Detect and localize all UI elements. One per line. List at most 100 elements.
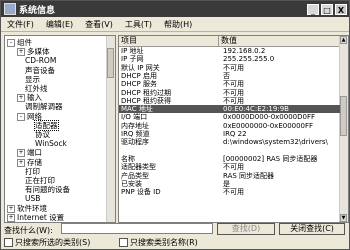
- tree-item[interactable]: - 网络: [17, 112, 42, 121]
- tree-item[interactable]: - 组件: [7, 38, 32, 47]
- row-item-cell: IP 地址: [121, 47, 144, 55]
- scroll-down-icon[interactable]: ▼: [340, 214, 347, 222]
- find-label: 查找什么(W):: [4, 226, 53, 235]
- search-selected-category-option[interactable]: 只搜索所选的类别(S): [4, 238, 90, 247]
- tree-item-label: 多媒体: [27, 47, 50, 57]
- expand-icon[interactable]: +: [17, 149, 25, 158]
- category-tree[interactable]: - 组件 + 多媒体 CD-ROM 声音设备 显示 红外线 + 输入 调制解调器 - 网络 适配器 协议 Wi…: [4, 35, 116, 223]
- column-header-value[interactable]: 数值: [219, 36, 340, 46]
- maximize-button[interactable]: □: [321, 3, 333, 15]
- tree-item-label: 打印: [25, 166, 40, 176]
- menu-view[interactable]: 查看(V): [79, 19, 119, 30]
- table-row[interactable]: IP 地址 192.168.0.2: [119, 47, 340, 55]
- table-row[interactable]: IRQ 频道 IRQ 22: [119, 130, 340, 138]
- tree-item[interactable]: + 输入: [17, 93, 42, 103]
- table-row[interactable]: MAC 地址 00:E0:4C:E2:19:9B: [119, 105, 340, 114]
- menu-bar: 文件(F) 编辑(E) 查看(V) 工具(T) 帮助(H): [1, 17, 349, 32]
- collapse-icon[interactable]: -: [7, 39, 15, 47]
- details-table[interactable]: 项目 数值 ▲ ▼ IP 地址 192.168.0.2 IP 子网 255.255.2…: [118, 35, 349, 223]
- tree-item[interactable]: 调制解调器: [25, 102, 63, 111]
- tree-item[interactable]: 有问题的设备: [25, 185, 70, 194]
- row-value-cell: 不可用: [223, 88, 244, 97]
- tree-scrollbar[interactable]: [106, 36, 115, 222]
- table-row[interactable]: PNP 设备 ID 不可用: [119, 188, 340, 196]
- row-item-cell: DHCP 租约过期: [121, 88, 171, 97]
- expand-icon[interactable]: +: [7, 204, 15, 213]
- table-scrollbar[interactable]: ▲ ▼: [339, 36, 348, 222]
- table-row[interactable]: DHCP 服务 不可用: [119, 80, 340, 88]
- tree-item[interactable]: 声音设备: [25, 66, 55, 75]
- tree-item[interactable]: 打印: [25, 167, 40, 176]
- table-row[interactable]: 产品类型 RAS 同步适配器: [119, 172, 340, 180]
- title-bar[interactable]: 系统信息 _ □ X: [1, 1, 349, 17]
- table-row[interactable]: 名称 [00000002] RAS 同步适配器: [119, 155, 340, 163]
- row-value-cell: IRQ 22: [223, 130, 247, 138]
- tree-item-label: Internet 设置: [17, 212, 65, 222]
- row-value-cell: 不可用: [223, 96, 244, 105]
- table-scroll-thumb[interactable]: [340, 96, 347, 136]
- table-row[interactable]: I/O 端口 0x0000D000-0x0000D0FF: [119, 113, 340, 121]
- table-row[interactable]: 适配器类型 不可用: [119, 163, 340, 171]
- table-row[interactable]: 默认 IP 网关 不可用: [119, 64, 340, 72]
- tree-item-label: CD-ROM: [25, 56, 57, 66]
- search-category-names-option[interactable]: 只搜索类别名称(R): [119, 238, 198, 247]
- menu-tools[interactable]: 工具(T): [119, 19, 158, 30]
- menu-edit[interactable]: 编辑(E): [40, 19, 79, 30]
- close-button[interactable]: X: [335, 3, 347, 15]
- tree-item[interactable]: + 多媒体: [17, 47, 50, 57]
- row-item-cell: 内存地址: [121, 121, 149, 130]
- column-header-item[interactable]: 项目: [119, 36, 219, 46]
- expand-icon[interactable]: +: [17, 158, 25, 167]
- table-row[interactable]: 驱动程序 d:\windows\system32\drivers\: [119, 138, 340, 146]
- find-button[interactable]: 查找(D): [217, 223, 275, 235]
- close-find-button[interactable]: 关闭查找(C): [279, 223, 345, 235]
- row-item-cell: IRQ 频道: [121, 130, 150, 138]
- tree-item[interactable]: 正在打印: [25, 176, 55, 185]
- table-row[interactable]: DHCP 启用 否: [119, 72, 340, 80]
- tree-item-label: 有问题的设备: [25, 185, 70, 195]
- tree-item[interactable]: + Internet 设置: [7, 213, 64, 222]
- row-item-cell: 已安装: [121, 179, 142, 188]
- row-value-cell: 255.255.255.0: [223, 55, 275, 64]
- table-row[interactable]: DHCP 租约过期 不可用: [119, 89, 340, 97]
- tree-item[interactable]: 协议: [35, 130, 50, 139]
- table-row[interactable]: DHCP 租约获得 不可用: [119, 97, 340, 105]
- tree-item[interactable]: 适配器: [34, 119, 59, 131]
- row-value-cell: 否: [223, 71, 230, 80]
- tree-item[interactable]: 红外线: [25, 84, 48, 93]
- scroll-up-icon[interactable]: ▲: [340, 36, 347, 44]
- tree-item[interactable]: + 端口: [17, 148, 42, 158]
- row-value-cell: 192.168.0.2: [223, 47, 266, 55]
- expand-icon[interactable]: +: [17, 94, 25, 103]
- table-row[interactable]: 内存地址 0xE0000000-0xE00000FF: [119, 122, 340, 130]
- table-row[interactable]: 已安装 是: [119, 180, 340, 188]
- row-item-cell: I/O 端口: [121, 113, 148, 122]
- tree-item[interactable]: USB: [25, 194, 40, 203]
- row-item-cell: IP 子网: [121, 55, 144, 64]
- table-row[interactable]: [119, 147, 340, 155]
- row-item-cell: DHCP 服务: [121, 80, 157, 89]
- menu-help[interactable]: 帮助(H): [158, 19, 198, 30]
- tree-item[interactable]: CD-ROM: [25, 56, 56, 65]
- expand-icon[interactable]: +: [7, 213, 15, 222]
- tree-item-label: 显示: [25, 74, 40, 84]
- tree-item[interactable]: + 存储: [17, 158, 42, 167]
- table-row[interactable]: IP 子网 255.255.255.0: [119, 55, 340, 63]
- row-value-cell: 不可用: [223, 163, 244, 172]
- collapse-icon[interactable]: -: [17, 112, 25, 121]
- find-input[interactable]: [61, 223, 213, 234]
- tree-scroll-thumb[interactable]: [107, 48, 114, 78]
- tree-item-label: WinSock: [35, 139, 67, 149]
- row-item-cell: 驱动程序: [121, 138, 149, 147]
- find-bar: 查找什么(W): 查找(D) 关闭查找(C) 只搜索所选的类别(S) 只搜索类别…: [1, 223, 349, 249]
- minimize-button[interactable]: _: [307, 3, 319, 15]
- row-value-cell: 0x0000D000-0x0000D0FF: [223, 113, 315, 122]
- search-category-names-checkbox[interactable]: [119, 238, 128, 247]
- search-selected-category-checkbox[interactable]: [4, 238, 13, 247]
- menu-file[interactable]: 文件(F): [1, 19, 40, 30]
- tree-item[interactable]: WinSock: [35, 139, 67, 148]
- row-value-cell: 不可用: [223, 63, 244, 72]
- tree-item[interactable]: 显示: [25, 75, 40, 84]
- tree-item[interactable]: + 软件环境: [7, 204, 47, 213]
- expand-icon[interactable]: +: [17, 48, 25, 57]
